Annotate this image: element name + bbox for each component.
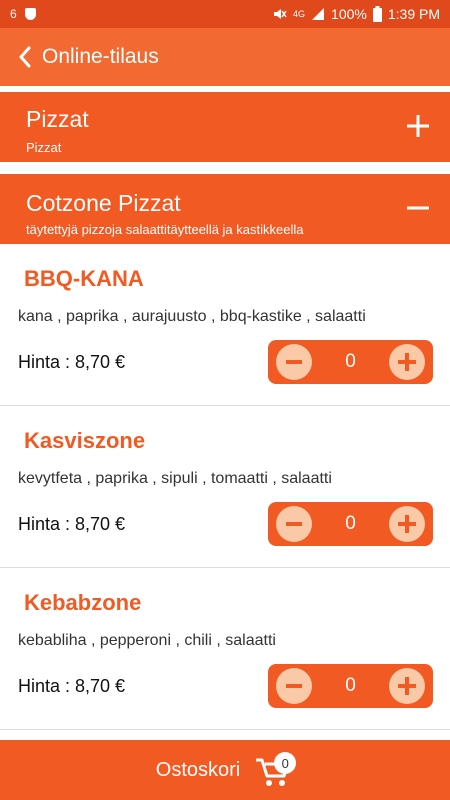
back-icon[interactable] bbox=[18, 45, 36, 69]
plus-icon bbox=[397, 677, 416, 695]
decrease-button[interactable] bbox=[276, 344, 312, 380]
item-name: BBQ-KANA bbox=[24, 266, 144, 291]
decrease-button[interactable] bbox=[276, 668, 312, 704]
menu-item: BBQ-KANA kana , paprika , aurajuusto , b… bbox=[0, 244, 450, 406]
category-title: Pizzat bbox=[26, 106, 89, 132]
quantity-value: 0 bbox=[345, 351, 356, 372]
shield-icon bbox=[24, 8, 36, 20]
quantity-value: 0 bbox=[345, 675, 356, 696]
plus-icon bbox=[397, 353, 416, 371]
category-cotzone-pizzat[interactable]: Cotzone Pizzat täytettyjä pizzoja salaat… bbox=[0, 174, 450, 244]
quantity-stepper: 0 bbox=[268, 664, 433, 708]
increase-button[interactable] bbox=[388, 344, 425, 380]
app-bar: Online-tilaus bbox=[0, 28, 450, 86]
status-bar: 6 4G 100% 1:39 PM bbox=[0, 0, 450, 28]
quantity-value: 0 bbox=[345, 513, 356, 534]
cart-icon: 0 bbox=[254, 750, 297, 790]
increase-button[interactable] bbox=[388, 668, 425, 704]
category-pizzat[interactable]: Pizzat Pizzat bbox=[0, 92, 450, 162]
item-ingredients: kana , paprika , aurajuusto , bbq-kastik… bbox=[18, 308, 366, 325]
battery-percent: 100% bbox=[331, 6, 367, 22]
quantity-stepper: 0 bbox=[268, 340, 433, 384]
category-title: Cotzone Pizzat bbox=[26, 190, 181, 216]
increase-button[interactable] bbox=[388, 506, 425, 542]
menu-item: Kebabzone kebabliha , pepperoni , chili … bbox=[0, 568, 450, 730]
minus-icon bbox=[286, 684, 302, 688]
signal-icon bbox=[311, 7, 325, 21]
category-subtitle: täytettyjä pizzoja salaattitäytteellä ja… bbox=[26, 222, 304, 237]
category-subtitle: Pizzat bbox=[26, 140, 62, 155]
page-title: Online-tilaus bbox=[42, 45, 159, 68]
item-ingredients: kebabliha , pepperoni , chili , salaatti bbox=[18, 632, 276, 649]
cart-label: Ostoskori bbox=[155, 758, 241, 781]
item-price: Hinta : 8,70 € bbox=[18, 676, 126, 696]
item-name: Kebabzone bbox=[24, 590, 142, 615]
battery-icon bbox=[372, 6, 382, 22]
network-label: 4G bbox=[293, 8, 306, 19]
plus-icon bbox=[397, 515, 416, 533]
item-price: Hinta : 8,70 € bbox=[18, 352, 126, 372]
item-ingredients: kevytfeta , paprika , sipuli , tomaatti … bbox=[18, 470, 332, 487]
clock: 1:39 PM bbox=[387, 6, 440, 22]
decrease-button[interactable] bbox=[276, 506, 312, 542]
item-price: Hinta : 8,70 € bbox=[18, 514, 126, 534]
minus-icon bbox=[286, 360, 302, 364]
minus-icon bbox=[286, 522, 302, 526]
minus-icon[interactable] bbox=[404, 194, 432, 222]
plus-icon[interactable] bbox=[404, 112, 432, 140]
cart-button[interactable]: Ostoskori 0 bbox=[0, 740, 450, 800]
mute-icon bbox=[273, 7, 287, 21]
menu-item: Kasviszone kevytfeta , paprika , sipuli … bbox=[0, 406, 450, 568]
item-name: Kasviszone bbox=[24, 428, 146, 453]
notification-count: 6 bbox=[10, 7, 17, 21]
quantity-stepper: 0 bbox=[268, 502, 433, 546]
